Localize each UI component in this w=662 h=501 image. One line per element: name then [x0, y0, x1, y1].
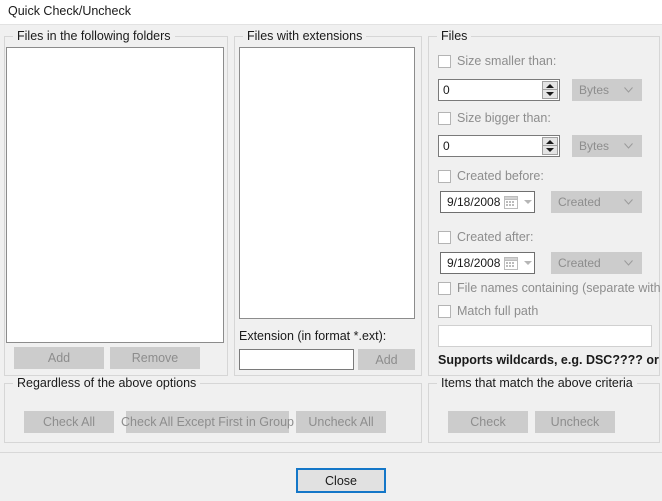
file-names-containing-label: File names containing (separate with | ) — [457, 281, 662, 295]
size-bigger-than-checkbox-row[interactable]: Size bigger than: — [438, 111, 551, 125]
wildcard-hint-label: Supports wildcards, e.g. DSC???? or DSC* — [438, 353, 662, 367]
uncheck-all-button[interactable]: Uncheck All — [296, 411, 386, 433]
size-bigger-than-spinner-buttons[interactable] — [541, 137, 558, 155]
size-bigger-than-increment-button[interactable] — [542, 137, 558, 146]
size-bigger-than-label: Size bigger than: — [457, 111, 551, 125]
size-smaller-than-checkbox[interactable] — [438, 54, 451, 68]
created-before-type-value: Created — [558, 195, 601, 209]
chevron-down-icon — [624, 143, 633, 149]
created-before-label: Created before: — [457, 169, 544, 183]
extensions-group-label: Files with extensions — [243, 29, 367, 43]
created-after-type-combo[interactable]: Created — [551, 252, 642, 274]
extensions-listbox[interactable] — [239, 47, 415, 319]
title-separator — [0, 24, 662, 25]
remove-folder-button[interactable]: Remove — [110, 347, 200, 369]
created-after-date-value[interactable]: 9/18/2008 — [441, 256, 503, 270]
size-smaller-than-spinner-buttons[interactable] — [541, 81, 558, 99]
triangle-down-icon — [546, 92, 554, 96]
created-after-dropdown-arrow[interactable] — [521, 261, 534, 265]
created-before-checkbox[interactable] — [438, 169, 451, 183]
size-smaller-than-decrement-button[interactable] — [542, 90, 558, 99]
size-bigger-than-spinner[interactable]: 0 — [438, 135, 560, 157]
folders-listbox[interactable] — [6, 47, 224, 343]
match-full-path-checkbox-row[interactable]: Match full path — [438, 304, 538, 318]
triangle-down-icon — [546, 148, 554, 152]
extension-input[interactable] — [239, 349, 354, 370]
size-bigger-than-unit-combo[interactable]: Bytes — [572, 135, 642, 157]
created-after-checkbox-row[interactable]: Created after: — [438, 230, 533, 244]
size-smaller-than-unit-value: Bytes — [579, 83, 610, 97]
created-before-date-value[interactable]: 9/18/2008 — [441, 195, 503, 209]
size-bigger-than-value[interactable]: 0 — [439, 136, 541, 156]
footer-separator — [0, 452, 662, 453]
created-after-datepicker[interactable]: 9/18/2008 — [440, 252, 535, 274]
calendar-icon — [503, 195, 519, 210]
created-after-type-value: Created — [558, 256, 601, 270]
add-extension-button[interactable]: Add — [358, 349, 415, 370]
matching-items-group-label: Items that match the above criteria — [437, 376, 637, 390]
dialog-titlebar: Quick Check/Uncheck — [0, 0, 662, 24]
chevron-down-icon — [624, 199, 633, 205]
created-before-datepicker[interactable]: 9/18/2008 — [440, 191, 535, 213]
triangle-down-icon — [523, 200, 532, 204]
match-full-path-label: Match full path — [457, 304, 539, 318]
regardless-group-label: Regardless of the above options — [13, 376, 201, 390]
triangle-up-icon — [546, 83, 554, 88]
size-smaller-than-label: Size smaller than: — [457, 54, 557, 68]
file-names-containing-checkbox[interactable] — [438, 281, 451, 295]
size-smaller-than-unit-combo[interactable]: Bytes — [572, 79, 642, 101]
folders-group-label: Files in the following folders — [13, 29, 175, 43]
file-names-input[interactable] — [438, 325, 652, 347]
check-matching-button[interactable]: Check — [448, 411, 528, 433]
file-names-containing-checkbox-row[interactable]: File names containing (separate with | ) — [438, 281, 662, 295]
created-before-type-combo[interactable]: Created — [551, 191, 642, 213]
close-button[interactable]: Close — [296, 468, 386, 493]
size-bigger-than-unit-value: Bytes — [579, 139, 610, 153]
created-after-label: Created after: — [457, 230, 534, 244]
size-smaller-than-increment-button[interactable] — [542, 81, 558, 90]
created-before-checkbox-row[interactable]: Created before: — [438, 169, 544, 183]
files-filter-group-label: Files — [437, 29, 472, 43]
calendar-icon — [503, 256, 519, 271]
match-full-path-checkbox[interactable] — [438, 304, 451, 318]
check-all-button[interactable]: Check All — [24, 411, 114, 433]
chevron-down-icon — [624, 87, 633, 93]
size-smaller-than-spinner[interactable]: 0 — [438, 79, 560, 101]
chevron-down-icon — [624, 260, 633, 266]
triangle-up-icon — [546, 139, 554, 144]
created-before-dropdown-arrow[interactable] — [521, 200, 534, 204]
uncheck-matching-button[interactable]: Uncheck — [535, 411, 615, 433]
size-smaller-than-checkbox-row[interactable]: Size smaller than: — [438, 54, 556, 68]
size-bigger-than-checkbox[interactable] — [438, 111, 451, 125]
size-bigger-than-decrement-button[interactable] — [542, 146, 558, 155]
created-after-checkbox[interactable] — [438, 230, 451, 244]
dialog-title: Quick Check/Uncheck — [8, 4, 131, 18]
triangle-down-icon — [523, 261, 532, 265]
add-folder-button[interactable]: Add — [14, 347, 104, 369]
check-all-except-first-in-group-button[interactable]: Check All Except First in Group — [121, 411, 294, 433]
extension-format-label: Extension (in format *.ext): — [239, 329, 387, 343]
size-smaller-than-value[interactable]: 0 — [439, 80, 541, 100]
